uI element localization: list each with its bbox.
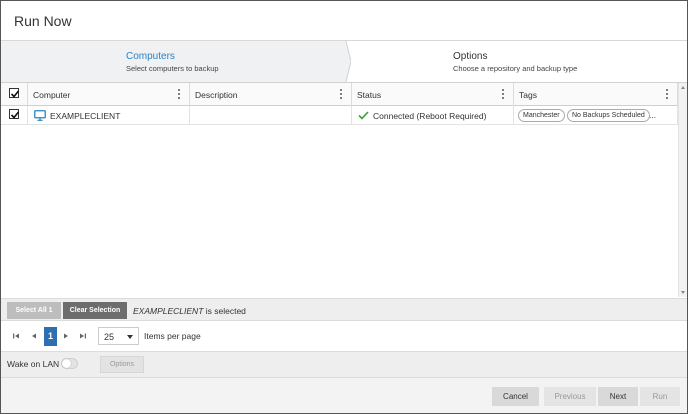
cancel-button[interactable]: Cancel [492, 387, 539, 406]
last-page-icon[interactable] [79, 332, 87, 340]
checkmark-icon [10, 90, 20, 98]
column-menu-icon[interactable] [502, 89, 505, 100]
vertical-scrollbar[interactable] [678, 83, 687, 297]
previous-page-icon[interactable] [30, 332, 38, 340]
wake-on-lan-label: Wake on LAN [7, 359, 60, 369]
tags-more[interactable]: ... [649, 110, 656, 120]
selection-bar: Select All 1 Clear Selection EXAMPLECLIE… [1, 298, 687, 321]
wake-on-lan-bar: Wake on LAN Options [1, 351, 687, 377]
tag-chip[interactable]: No Backups Scheduled [567, 109, 650, 122]
pager: 1 25 Items per page [1, 321, 687, 351]
clear-selection-button[interactable]: Clear Selection [63, 302, 127, 319]
grid-header: Computer Description Status Tags [1, 83, 687, 106]
header-select-cell [1, 83, 28, 106]
table-row[interactable]: EXAMPLECLIENT Connected (Reboot Required… [1, 106, 687, 125]
chevron-down-icon [127, 335, 133, 339]
tag-chip[interactable]: Manchester [518, 109, 565, 122]
step-computers[interactable]: Computers Select computers to backup [1, 41, 346, 82]
step-arrow-divider [341, 41, 351, 82]
selection-message: EXAMPLECLIENT is selected [133, 306, 246, 316]
items-per-page-label: Items per page [144, 331, 201, 341]
previous-button[interactable]: Previous [544, 387, 596, 406]
checkmark-icon [10, 111, 20, 119]
run-button[interactable]: Run [640, 387, 680, 406]
next-page-icon[interactable] [62, 332, 70, 340]
select-all-checkbox[interactable] [9, 88, 20, 98]
page-size-select[interactable]: 25 [98, 327, 139, 345]
wake-on-lan-toggle[interactable] [61, 358, 78, 369]
cell-computer: EXAMPLECLIENT [28, 106, 190, 125]
step-options-title: Options [453, 51, 488, 62]
step-computers-title: Computers [126, 51, 175, 62]
column-menu-icon[interactable] [178, 89, 181, 100]
computers-grid: Computer Description Status Tags EXAMPLE… [1, 83, 687, 297]
column-menu-icon[interactable] [666, 89, 669, 100]
run-now-dialog: Run Now Computers Select computers to ba… [0, 0, 688, 414]
scroll-up-icon[interactable] [681, 86, 685, 89]
column-description-label: Description [195, 90, 238, 100]
select-all-button[interactable]: Select All 1 [7, 302, 61, 319]
status-text: Connected (Reboot Required) [373, 111, 487, 121]
column-status-label: Status [357, 90, 382, 100]
row-select-cell [1, 106, 28, 125]
column-tags[interactable]: Tags [514, 83, 678, 106]
toggle-knob [62, 359, 71, 368]
scroll-down-icon[interactable] [681, 291, 685, 294]
column-status[interactable]: Status [352, 83, 514, 106]
column-description[interactable]: Description [190, 83, 352, 106]
computer-name: EXAMPLECLIENT [50, 111, 121, 121]
row-checkbox[interactable] [9, 109, 20, 119]
step-options-subtitle: Choose a repository and backup type [453, 64, 578, 73]
check-status-icon [358, 111, 369, 120]
first-page-icon[interactable] [12, 332, 20, 340]
monitor-icon [34, 110, 46, 121]
page-size-value: 25 [104, 332, 115, 342]
cell-status: Connected (Reboot Required) [352, 106, 514, 125]
next-button[interactable]: Next [598, 387, 638, 406]
wake-on-lan-options-button[interactable]: Options [100, 356, 144, 373]
column-menu-icon[interactable] [340, 89, 343, 100]
current-page-button[interactable]: 1 [44, 327, 57, 346]
wizard-steps: Computers Select computers to backup Opt… [1, 41, 687, 82]
dialog-footer: Cancel Previous Next Run [1, 377, 687, 413]
column-tags-label: Tags [519, 90, 537, 100]
selected-computer-name: EXAMPLECLIENT [133, 306, 204, 316]
step-computers-subtitle: Select computers to backup [126, 64, 219, 73]
cell-description [190, 106, 352, 125]
column-computer-label: Computer [33, 90, 71, 100]
cell-tags: Manchester No Backups Scheduled ... [514, 106, 678, 125]
dialog-title: Run Now [14, 13, 72, 29]
selection-suffix: is selected [203, 306, 246, 316]
column-computer[interactable]: Computer [28, 83, 190, 106]
